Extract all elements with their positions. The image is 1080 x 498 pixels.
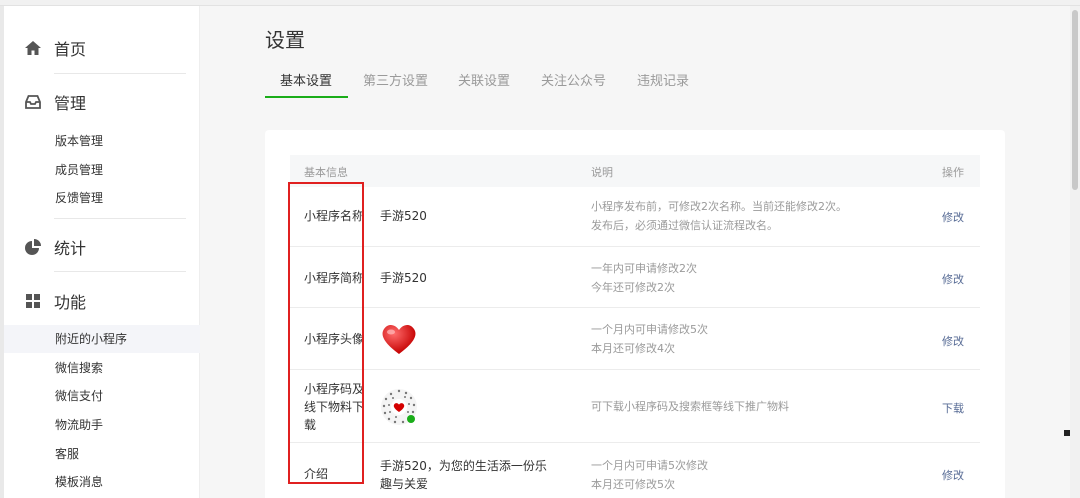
sidebar-group-features[interactable]: 功能 (24, 286, 86, 316)
sidebar-group-label: 统计 (54, 239, 87, 258)
mini-program-code-icon (380, 388, 418, 430)
sidebar-group-manage[interactable]: 管理 (24, 87, 86, 117)
tab-associations[interactable]: 关联设置 (458, 70, 510, 89)
scrollbar-thumb[interactable] (1072, 10, 1078, 190)
sidebar-left-edge (0, 6, 4, 498)
pie-chart-icon (24, 238, 42, 256)
sidebar-divider (54, 73, 186, 74)
header-basic-info: 基本信息 (304, 166, 348, 179)
row-value-intro: 手游520，为您的生活添一份乐趣与关爱 (380, 459, 547, 491)
sidebar-item-wechat-pay[interactable]: 微信支付 (55, 386, 103, 406)
inbox-icon (24, 93, 42, 111)
sidebar-item-nearby[interactable]: 附近的小程序 (55, 329, 127, 349)
edit-short-name-link[interactable]: 修改 (942, 271, 964, 287)
sidebar-item-customer-service[interactable]: 客服 (55, 444, 79, 464)
heart-avatar-icon (380, 322, 418, 360)
row-divider (290, 369, 980, 370)
edit-intro-link[interactable]: 修改 (942, 467, 964, 483)
tab-violations[interactable]: 违规记录 (637, 70, 689, 89)
table-header (290, 155, 980, 187)
desc-line: 本月还可修改5次 (591, 478, 675, 491)
page-title: 设置 (265, 28, 305, 52)
desc-line: 今年还可修改2次 (591, 281, 675, 294)
download-link[interactable]: 下载 (942, 400, 964, 416)
desc-line: 一个月内可申请修改5次 (591, 323, 708, 336)
row-divider (290, 442, 980, 443)
highlight-annotation-box (288, 182, 364, 484)
sidebar-item-logistics[interactable]: 物流助手 (55, 415, 103, 435)
desc-line: 发布后，必须通过微信认证流程改名。 (591, 219, 778, 232)
row-desc-intro: 一个月内可申请5次修改 本月还可修改5次 (591, 456, 891, 494)
sidebar-item-members[interactable]: 成员管理 (55, 160, 103, 180)
sidebar-item-feedback[interactable]: 反馈管理 (55, 188, 103, 208)
sidebar-group-label: 首页 (54, 40, 87, 59)
row-divider (290, 307, 980, 308)
row-desc-avatar: 一个月内可申请修改5次 本月还可修改4次 (591, 320, 891, 358)
row-divider (290, 246, 980, 247)
sidebar-divider (54, 271, 186, 272)
edit-avatar-link[interactable]: 修改 (942, 333, 964, 349)
sidebar-group-label: 管理 (54, 94, 87, 113)
active-tab-indicator (265, 96, 348, 98)
row-desc-name: 小程序发布前，可修改2次名称。当前还能修改2次。 发布后，必须通过微信认证流程改… (591, 197, 891, 235)
tab-follow-account[interactable]: 关注公众号 (541, 70, 606, 89)
cursor-marker (1064, 430, 1070, 436)
grid-icon (24, 292, 42, 310)
desc-line: 可下载小程序码及搜索框等线下推广物料 (591, 400, 789, 413)
sidebar-item-template-message[interactable]: 模板消息 (55, 472, 103, 492)
sidebar-item-wechat-search[interactable]: 微信搜索 (55, 358, 103, 378)
header-description: 说明 (591, 166, 613, 179)
desc-line: 小程序发布前，可修改2次名称。当前还能修改2次。 (591, 200, 847, 213)
row-value-short-name: 手游520 (380, 271, 427, 285)
sidebar-group-stats[interactable]: 统计 (24, 232, 86, 262)
home-icon (24, 39, 42, 57)
desc-line: 一个月内可申请5次修改 (591, 459, 708, 472)
row-desc-short-name: 一年内可申请修改2次 今年还可修改2次 (591, 259, 891, 297)
tab-third-party[interactable]: 第三方设置 (363, 70, 428, 89)
sidebar-group-label: 功能 (54, 293, 87, 312)
edit-name-link[interactable]: 修改 (942, 209, 964, 225)
sidebar-divider (54, 218, 186, 219)
sidebar-item-version[interactable]: 版本管理 (55, 131, 103, 151)
desc-line: 一年内可申请修改2次 (591, 262, 697, 275)
header-operation: 操作 (942, 166, 964, 179)
desc-line: 本月还可修改4次 (591, 342, 675, 355)
row-value-name: 手游520 (380, 209, 427, 223)
sidebar-group-home[interactable]: 首页 (24, 33, 86, 63)
row-desc-qrcode: 可下载小程序码及搜索框等线下推广物料 (591, 397, 891, 416)
tab-basic-settings[interactable]: 基本设置 (280, 70, 332, 89)
